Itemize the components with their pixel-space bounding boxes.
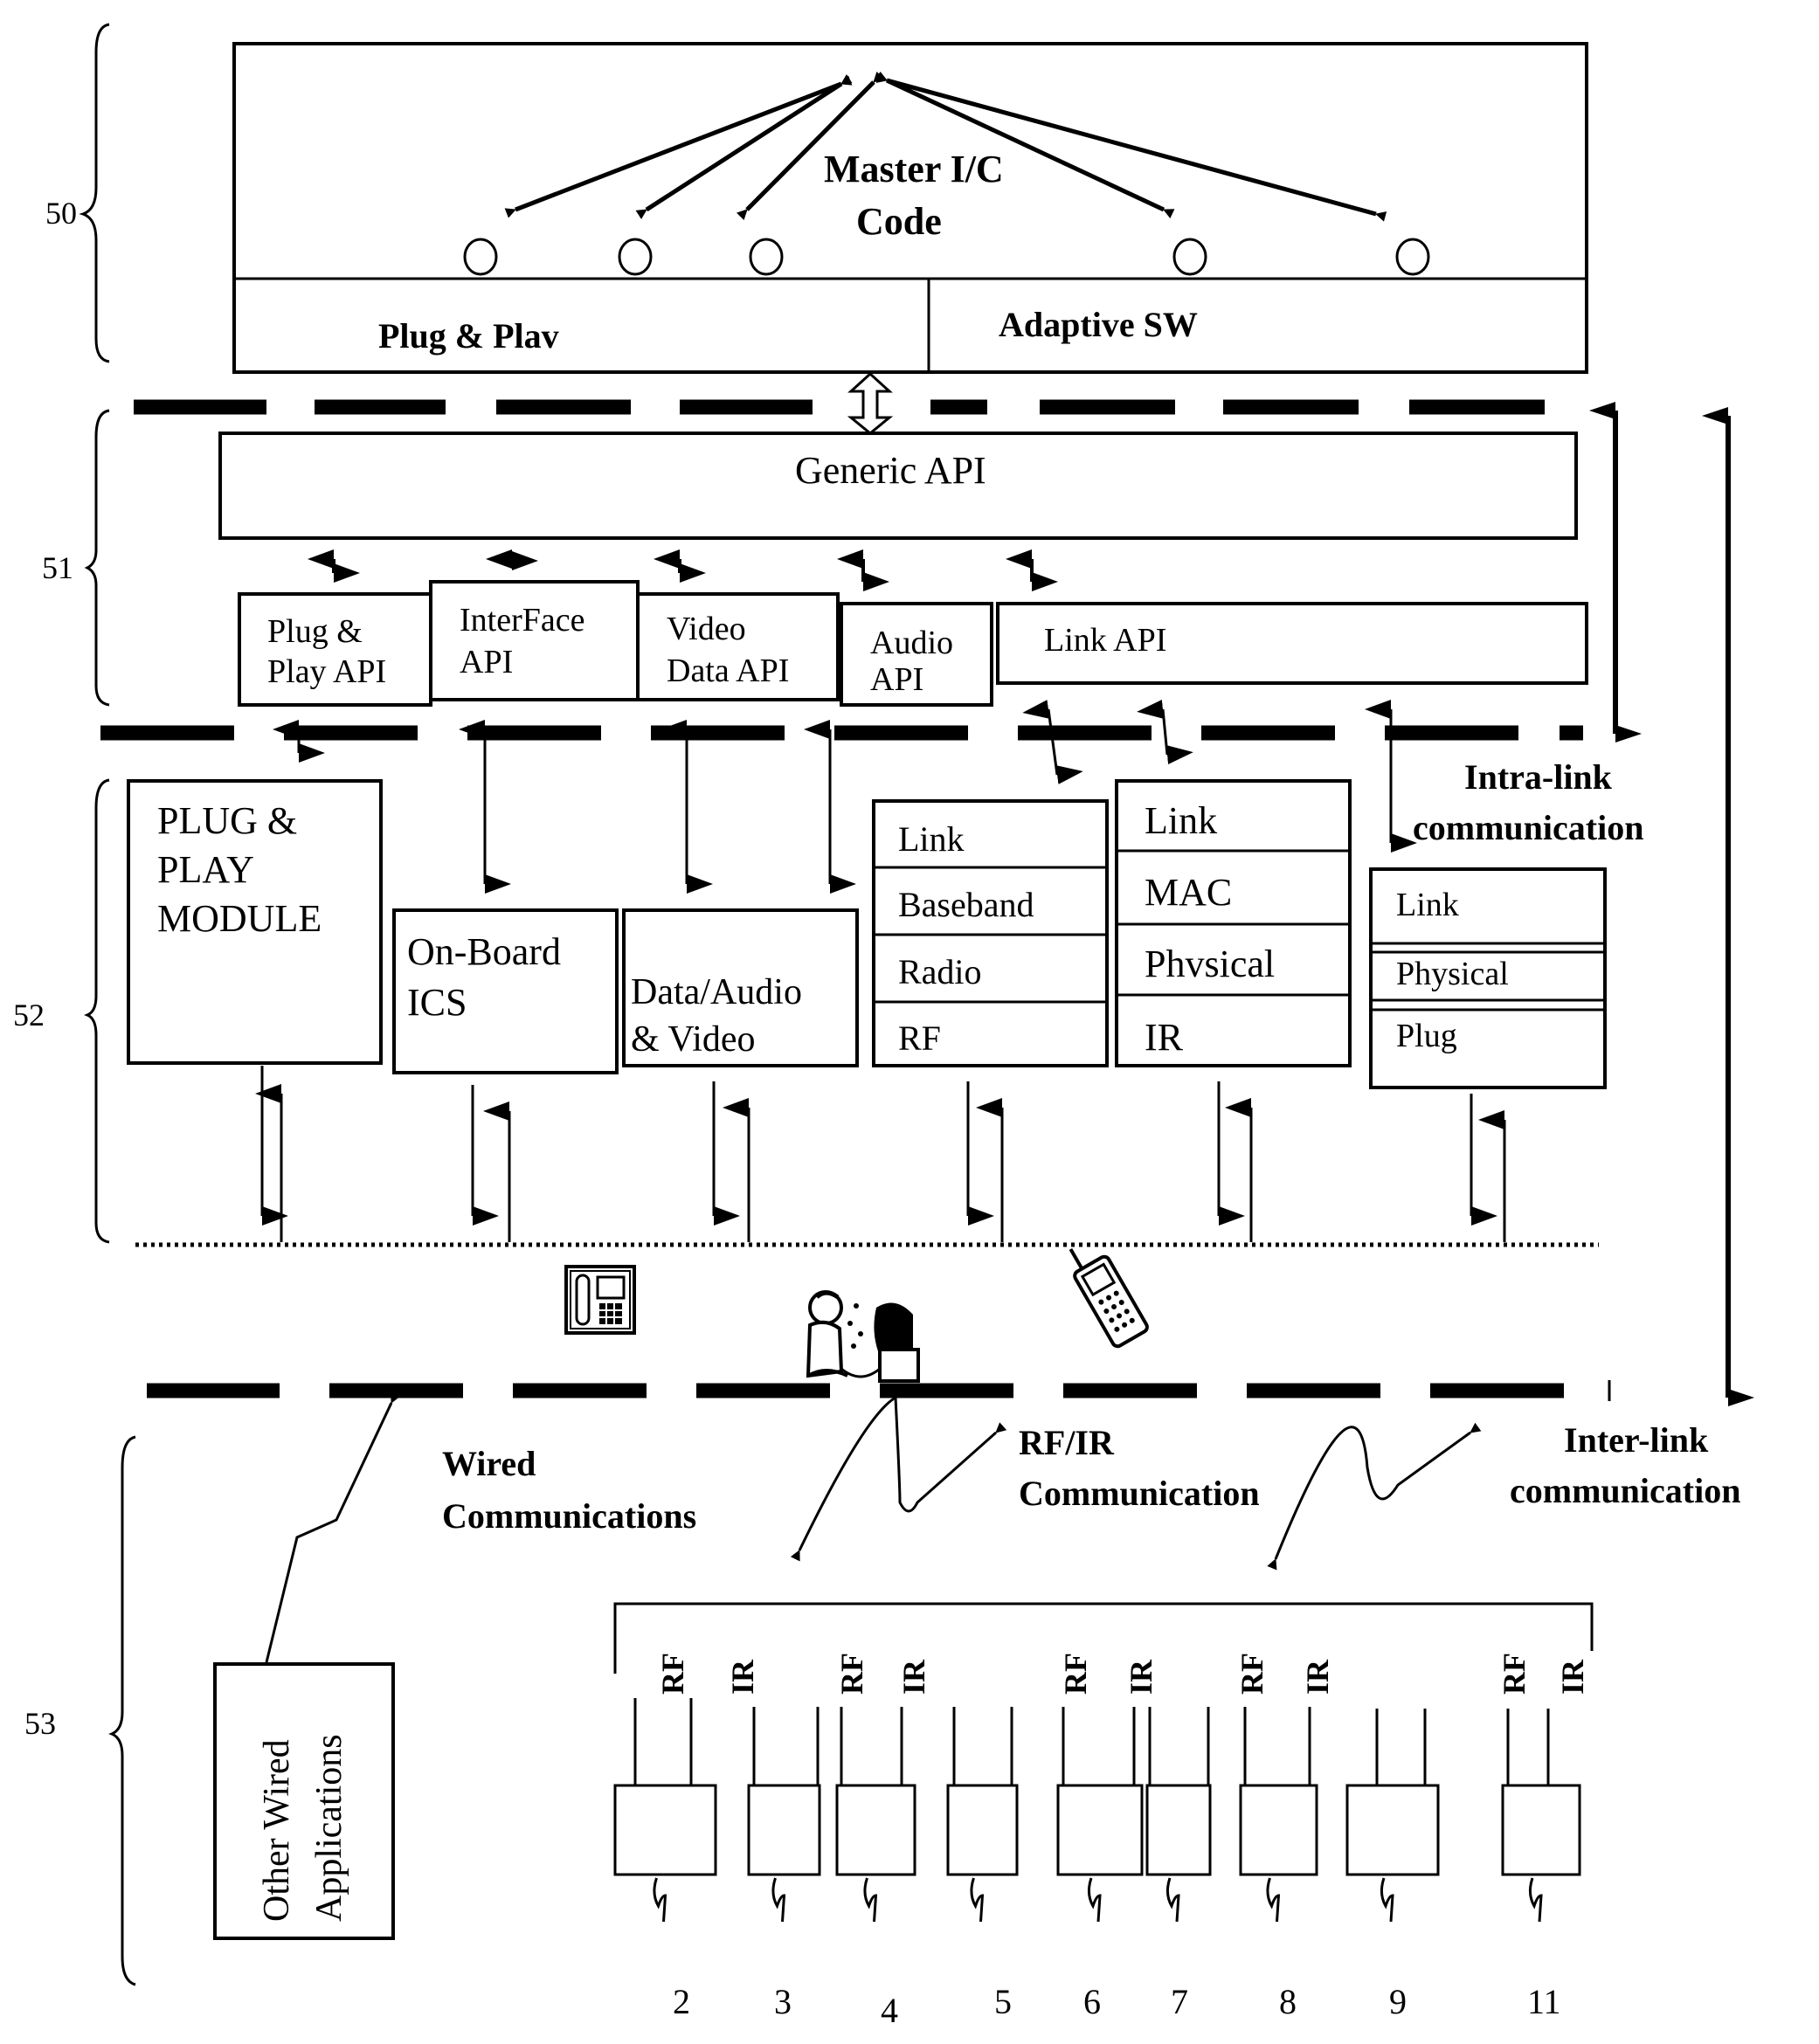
device-box <box>946 1784 1019 1876</box>
device-group-bracket <box>613 1602 1594 1674</box>
port-label-ir: IR <box>725 1659 760 1695</box>
node-circle <box>618 238 653 276</box>
device-11: 11 <box>1501 1709 1581 2021</box>
device-2: 2 <box>613 1698 717 2021</box>
device-box <box>613 1784 717 1876</box>
device-box <box>747 1784 821 1876</box>
device-number-label: 6 <box>1083 1982 1101 2021</box>
rf-stack-rf: RF <box>898 1019 941 1058</box>
port-label-rf: RF <box>655 1653 690 1695</box>
layer-label-50: 50 <box>45 196 77 231</box>
plug-stack-plug: Plug <box>1396 1018 1457 1054</box>
communication-architecture-diagram: 50 51 52 53 Master I/C Code Plug & Plav … <box>13 23 1754 2030</box>
device-6: 6 <box>1056 1707 1144 2021</box>
layer-label-51: 51 <box>42 550 73 585</box>
rf-protocol-stack: Link Baseband Radio RF <box>872 799 1109 1067</box>
port-label-rf: RF <box>1235 1653 1269 1695</box>
mobile-phone-icon <box>1069 1248 1149 1349</box>
device-box <box>1239 1784 1318 1876</box>
port-label-ir: IR <box>1124 1659 1158 1695</box>
layer-label-52: 52 <box>13 998 45 1032</box>
device-8: 8 <box>1239 1707 1318 2021</box>
wall-phone-icon <box>564 1265 636 1335</box>
port-label-rf: RF <box>834 1653 869 1695</box>
device-antenna-squiggle <box>1165 1877 1180 1923</box>
ir-stack-link: Link <box>1145 799 1217 842</box>
plug-protocol-stack: Link Physical Plug <box>1369 867 1607 1089</box>
hollow-double-arrow <box>847 371 894 435</box>
device-3: 3 <box>747 1707 821 2021</box>
device-number-label: 4 <box>881 1991 898 2030</box>
brace-51 <box>84 409 110 707</box>
device-box <box>835 1784 916 1876</box>
device-number-label: 11 <box>1527 1982 1561 2021</box>
device-5: 5 <box>946 1707 1019 2021</box>
port-label-rf: RF <box>1058 1653 1093 1695</box>
device-number-label: 9 <box>1389 1982 1407 2021</box>
adaptive-sw-label: Adaptive SW <box>999 305 1198 344</box>
wired-communications-label: Wired Communications <box>442 1444 696 1536</box>
plug-play-label: Plug & Plav <box>378 316 559 356</box>
generic-api-label: Generic API <box>795 449 986 492</box>
device-box <box>1501 1784 1581 1876</box>
node-circle <box>749 238 784 276</box>
device-box <box>1345 1784 1440 1876</box>
device-antenna-squiggle <box>653 1877 667 1923</box>
port-label-ir: IR <box>1555 1659 1590 1695</box>
rfir-communication-label: RF/IR Communication <box>1019 1423 1260 1513</box>
device-antenna-squiggle <box>1087 1877 1102 1923</box>
ir-stack-physical: Phvsical <box>1145 943 1275 985</box>
rfir-link-arrow-2 <box>1267 1422 1482 1571</box>
other-wired-applications-box <box>213 1662 395 1940</box>
device-number-label: 5 <box>994 1982 1012 2021</box>
api-arrows <box>308 549 1058 591</box>
master-code-title-2: Code <box>856 200 942 243</box>
device-box <box>1056 1784 1144 1876</box>
bus-arrows <box>255 1066 1506 1242</box>
link-api-label: Link API <box>1044 622 1166 659</box>
device-number-label: 8 <box>1279 1982 1297 2021</box>
port-labels: RF IR RF IR RF IR RF IR RF IR <box>655 1653 1590 1695</box>
ir-stack-ir: IR <box>1145 1016 1184 1059</box>
wired-link-arrow <box>259 1391 401 1674</box>
device-antenna-squiggle <box>1380 1877 1394 1923</box>
port-label-rf: RF <box>1497 1653 1532 1695</box>
node-circle <box>1172 238 1207 276</box>
rfir-link-arrow-1 <box>790 1395 1007 1562</box>
device-antenna-squiggle <box>1528 1877 1543 1923</box>
rf-stack-radio: Radio <box>898 952 982 991</box>
device-antenna-squiggle <box>970 1877 985 1923</box>
ir-protocol-stack: Link MAC Phvsical IR <box>1115 779 1352 1067</box>
layer-separator-3 <box>147 1380 1611 1401</box>
person-computer-icon <box>806 1290 920 1383</box>
device-antenna-squiggle <box>771 1877 786 1923</box>
port-label-ir: IR <box>896 1659 931 1695</box>
port-label-ir: IR <box>1300 1659 1335 1695</box>
brace-52 <box>83 778 110 1244</box>
node-circle <box>463 238 498 276</box>
device-number-label: 7 <box>1171 1982 1188 2021</box>
device-antenna-squiggle <box>1266 1877 1281 1923</box>
plug-stack-physical: Physical <box>1396 956 1509 992</box>
device-4: 4 <box>835 1707 916 2030</box>
plug-stack-link: Link <box>1396 887 1459 923</box>
master-code-title: Master I/C <box>824 148 1004 190</box>
device-7: 7 <box>1145 1707 1212 2021</box>
layer-label-53: 53 <box>24 1706 56 1741</box>
device-row: 2 3 4 5 6 7 8 9 11 <box>613 1698 1581 2030</box>
interface-api-box <box>429 580 640 701</box>
device-number-label: 3 <box>774 1982 792 2021</box>
device-9: 9 <box>1345 1709 1440 2021</box>
device-box <box>1145 1784 1212 1876</box>
node-circle <box>1395 238 1430 276</box>
device-number-label: 2 <box>673 1982 690 2021</box>
rf-stack-baseband: Baseband <box>898 885 1034 924</box>
inter-link-label: Inter-link communication <box>1510 1420 1740 1510</box>
brace-53 <box>108 1435 136 1986</box>
brace-50 <box>79 23 110 363</box>
device-antenna-squiggle <box>863 1877 878 1923</box>
rf-stack-link: Link <box>898 819 965 859</box>
intra-link-label: Intra-link communication <box>1413 757 1643 847</box>
ir-stack-mac: MAC <box>1145 871 1232 914</box>
